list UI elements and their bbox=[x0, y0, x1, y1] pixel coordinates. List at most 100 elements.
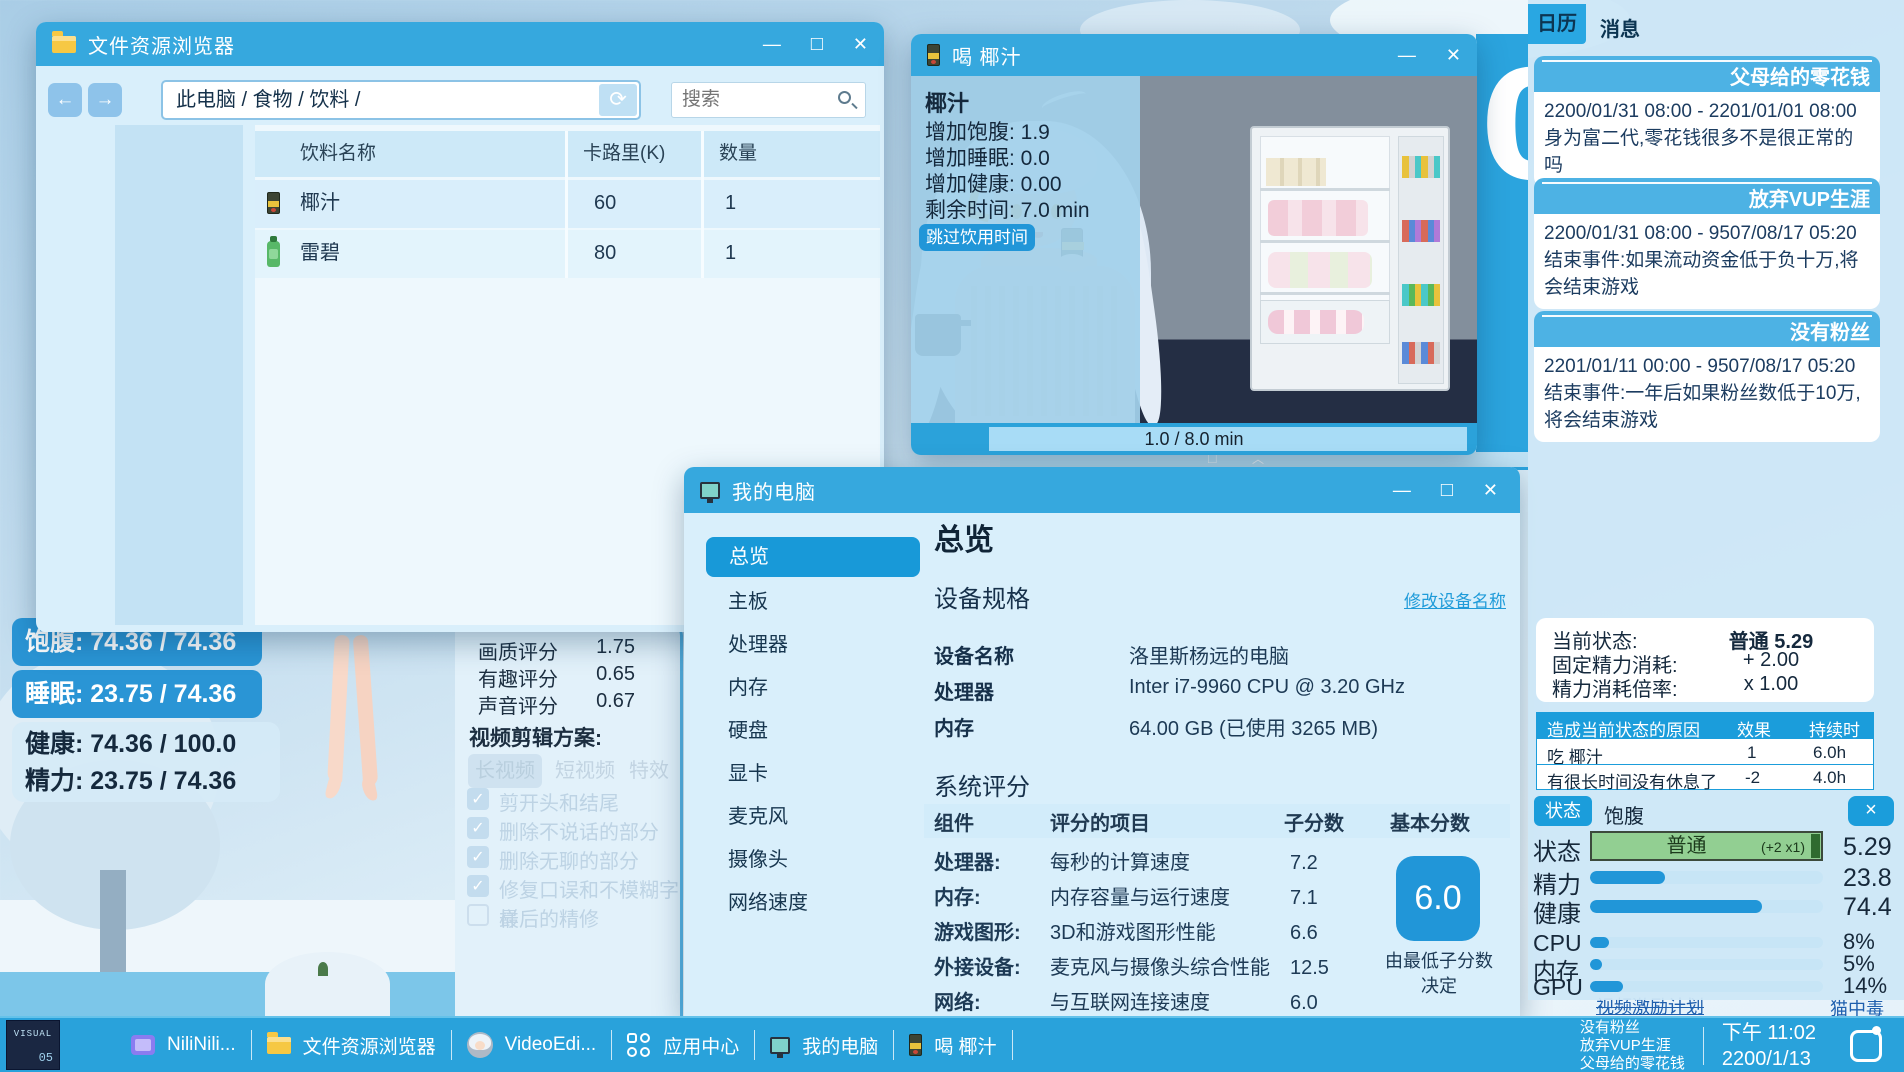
taskbar-item-videoeditor[interactable]: VideoEdi... bbox=[452, 1032, 612, 1058]
tv-icon bbox=[131, 1035, 155, 1055]
energy-bar-value: 23.8 bbox=[1843, 864, 1892, 893]
menu-item-disk[interactable]: 硬盘 bbox=[728, 716, 768, 746]
rating-col-component: 组件 bbox=[934, 807, 974, 836]
option-label: 最后的精修 bbox=[499, 903, 599, 932]
drink-titlebar[interactable]: 喝 椰汁 bbox=[911, 34, 1477, 76]
start-logo[interactable]: VISUAL 05 bbox=[6, 1020, 60, 1070]
rating-item: 3D和游戏图形性能 bbox=[1050, 918, 1216, 948]
rating-score: 12.5 bbox=[1290, 953, 1329, 983]
tab-calendar-label: 日历 bbox=[1537, 13, 1577, 35]
option-label: 剪开头和结尾 bbox=[499, 787, 619, 816]
skip-drink-button[interactable]: 跳过饮用时间 bbox=[919, 224, 1035, 251]
clock-time: 下午 11:02 bbox=[1722, 1020, 1816, 1046]
column-count: 数量 bbox=[719, 131, 757, 177]
taskbar-right: 没有粉丝 放弃VUP生涯 父母给的零花钱 下午 11:02 2200/1/13 bbox=[1580, 1018, 1904, 1072]
health-bar-value: 74.4 bbox=[1843, 893, 1892, 922]
file-explorer-titlebar[interactable]: 文件资源浏览器 bbox=[36, 22, 884, 66]
menu-item-mic[interactable]: 麦克风 bbox=[728, 802, 788, 832]
close-button[interactable] bbox=[1446, 46, 1461, 64]
spec-label: 内存 bbox=[934, 712, 974, 741]
menu-item-memory[interactable]: 内存 bbox=[728, 673, 768, 703]
address-bar[interactable]: 此电脑 / 食物 / 饮料 / ⟳ bbox=[161, 80, 641, 120]
menu-item-motherboard[interactable]: 主板 bbox=[728, 587, 768, 617]
minimize-button[interactable] bbox=[1393, 481, 1411, 499]
tab-calendar[interactable]: 日历 bbox=[1528, 4, 1586, 44]
maximize-button[interactable] bbox=[811, 34, 823, 54]
search-box[interactable] bbox=[671, 82, 866, 118]
rating-item: 与互联网连接速度 bbox=[1050, 988, 1210, 1018]
event-notification-stack[interactable]: 没有粉丝 放弃VUP生涯 父母给的零花钱 bbox=[1580, 1019, 1685, 1072]
search-input[interactable] bbox=[672, 83, 832, 117]
taskbar: VISUAL 05 NiliNili... 文件资源浏览器 VideoEdi..… bbox=[0, 1016, 1904, 1072]
reason-col-cause: 造成当前状态的原因 bbox=[1547, 716, 1700, 741]
background-window-strip: 0 bbox=[1476, 34, 1528, 470]
start-logo-number: 05 bbox=[39, 1051, 53, 1065]
drink-info-panel: 椰汁 增加饱腹: 1.9 增加睡眠: 0.0 增加健康: 0.00 剩余时间: … bbox=[911, 76, 1140, 423]
taskbar-item-label: VideoEdi... bbox=[505, 1034, 597, 1056]
explorer-sidebar[interactable] bbox=[115, 125, 243, 625]
rating-col-subscore: 子分数 bbox=[1284, 807, 1344, 836]
event-title: 父母给的零花钱 bbox=[1730, 61, 1870, 90]
event-card[interactable]: 没有粉丝 2201/01/11 00:00 - 9507/08/17 05:20… bbox=[1534, 311, 1880, 442]
video-editor-panel: 画质评分 1.75 有趣评分 0.65 声音评分 0.67 视频剪辑方案: 长视… bbox=[455, 624, 683, 1016]
menu-item-overview[interactable]: 总览 bbox=[706, 537, 920, 577]
rename-device-link[interactable]: 修改设备名称 bbox=[1404, 587, 1506, 612]
checkbox-remove-boring[interactable]: ✓ bbox=[467, 846, 489, 868]
menu-item-camera[interactable]: 摄像头 bbox=[728, 845, 788, 875]
tab-short-video[interactable]: 短视频 bbox=[550, 754, 620, 788]
tab-effects[interactable]: 特效 bbox=[623, 754, 675, 788]
skip-drink-label: 跳过饮用时间 bbox=[926, 228, 1028, 247]
drink-count: 1 bbox=[725, 180, 736, 226]
clock[interactable]: 下午 11:02 2200/1/13 bbox=[1722, 1020, 1816, 1072]
door-bottles bbox=[1402, 284, 1440, 306]
avatar-icon bbox=[467, 1032, 493, 1058]
rating-score: 7.1 bbox=[1290, 883, 1318, 913]
maximize-button[interactable] bbox=[1441, 480, 1453, 500]
close-button[interactable] bbox=[853, 35, 868, 53]
grass-tuft bbox=[318, 962, 328, 976]
status-info-value: x 1.00 bbox=[1696, 673, 1846, 696]
drink-progress-text: 1.0 / 8.0 min bbox=[921, 427, 1467, 451]
rating-item: 每秒的计算速度 bbox=[1050, 848, 1190, 878]
close-button[interactable] bbox=[1483, 481, 1498, 499]
overview-heading: 总览 bbox=[934, 515, 994, 559]
taskbar-item-label: NiliNili... bbox=[167, 1034, 236, 1056]
event-card[interactable]: 父母给的零花钱 2200/01/31 08:00 - 2201/01/01 08… bbox=[1534, 56, 1880, 187]
menu-item-cpu[interactable]: 处理器 bbox=[728, 630, 788, 660]
tab-long-video[interactable]: 长视频 bbox=[468, 754, 542, 788]
status-close-button[interactable]: × bbox=[1848, 796, 1894, 826]
taskbar-item-mycomputer[interactable]: 我的电脑 bbox=[755, 1032, 893, 1059]
checkbox-trim[interactable]: ✓ bbox=[467, 788, 489, 810]
sound-score-label: 声音评分 bbox=[478, 690, 558, 719]
minimize-button[interactable] bbox=[1398, 46, 1416, 64]
menu-item-network[interactable]: 网络速度 bbox=[728, 888, 808, 918]
rating-component: 处理器: bbox=[934, 848, 1001, 878]
taskbar-item-explorer[interactable]: 文件资源浏览器 bbox=[252, 1032, 451, 1059]
my-computer-window: 我的电脑 总览 主板 处理器 内存 硬盘 显卡 麦克风 摄像头 网络速度 总览 … bbox=[684, 467, 1520, 1016]
taskbar-item-appcenter[interactable]: 应用中心 bbox=[612, 1032, 754, 1059]
clock-date: 2200/1/13 bbox=[1722, 1046, 1816, 1072]
menu-item-gpu[interactable]: 显卡 bbox=[728, 759, 768, 789]
event-card-header: 放弃VUP生涯 bbox=[1534, 178, 1880, 214]
checkbox-remove-silence[interactable]: ✓ bbox=[467, 817, 489, 839]
checkbox-final-polish[interactable] bbox=[467, 904, 489, 926]
forward-button[interactable]: → bbox=[88, 83, 122, 117]
minimize-button[interactable] bbox=[763, 35, 781, 53]
sound-score-value: 0.67 bbox=[575, 690, 635, 713]
spec-value: 64.00 GB (已使用 3265 MB) bbox=[1129, 712, 1378, 741]
reason-col-effect: 效果 bbox=[1737, 716, 1771, 741]
door-bottles bbox=[1402, 220, 1440, 242]
back-button[interactable]: ← bbox=[48, 83, 82, 117]
column-name: 饮料名称 bbox=[300, 131, 376, 177]
event-card[interactable]: 放弃VUP生涯 2200/01/31 08:00 - 9507/08/17 05… bbox=[1534, 178, 1880, 309]
state-bar-label: 状态 bbox=[1533, 832, 1581, 867]
taskbar-separator bbox=[1012, 1030, 1013, 1060]
checkbox-fix-mistakes[interactable]: ✓ bbox=[467, 875, 489, 897]
drink-name: 椰汁 bbox=[300, 180, 340, 226]
refresh-button[interactable]: ⟳ bbox=[599, 84, 637, 116]
soda-bottle-icon bbox=[267, 241, 280, 267]
taskbar-item-nilinili[interactable]: NiliNili... bbox=[116, 1034, 251, 1056]
taskbar-item-drink[interactable]: 喝 椰汁 bbox=[894, 1032, 1011, 1059]
tab-messages[interactable]: 消息 bbox=[1600, 13, 1640, 42]
screenshot-icon[interactable] bbox=[1850, 1030, 1882, 1062]
